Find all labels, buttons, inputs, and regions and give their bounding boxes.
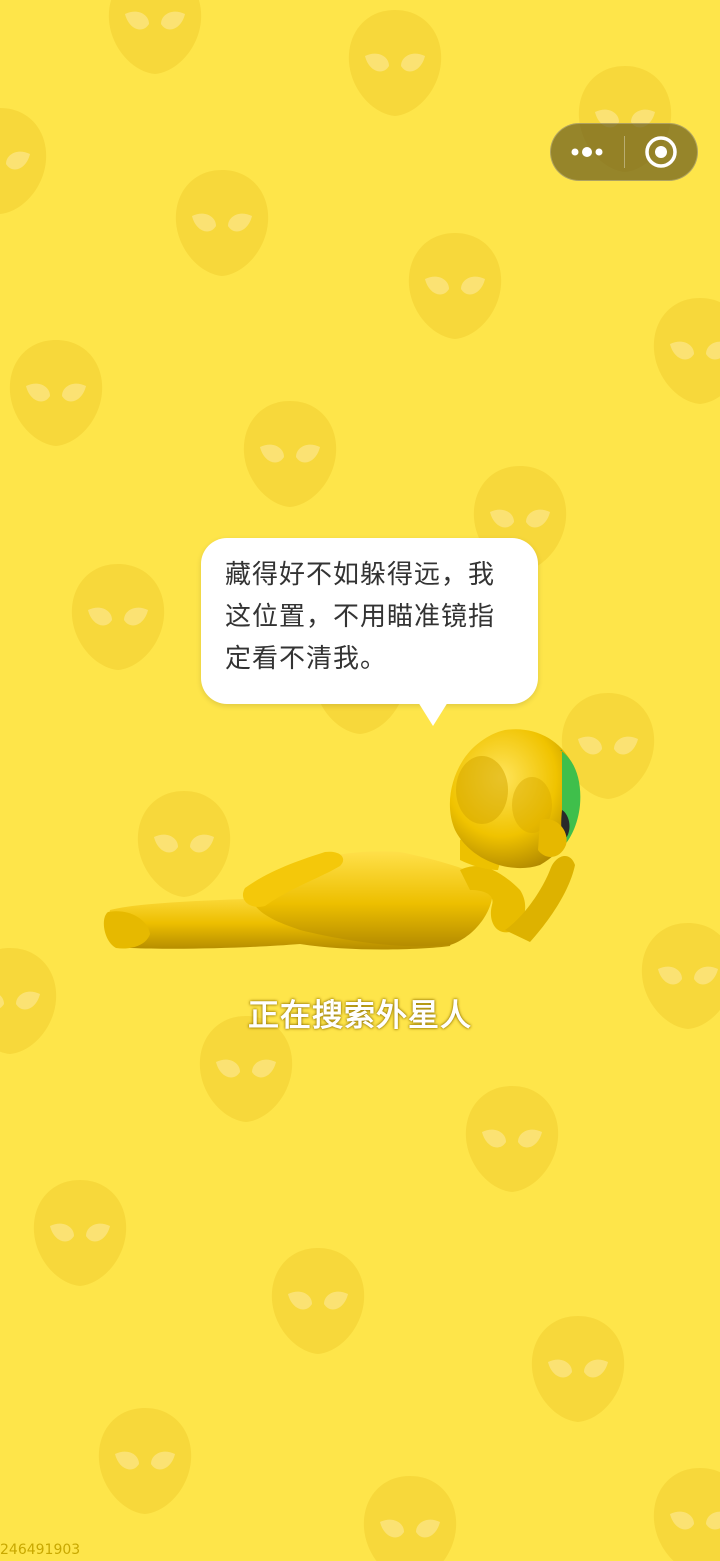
screen: 藏得好不如躲得远，我这位置，不用瞄准镜指定看不清我。 正在搜索外星人 24649…: [0, 0, 720, 1561]
close-button[interactable]: [625, 124, 697, 180]
more-button[interactable]: [551, 124, 623, 180]
more-dots-icon: [571, 147, 603, 157]
footer-id-text: 246491903: [0, 1542, 81, 1558]
status-text: 正在搜索外星人: [248, 998, 472, 1034]
target-close-icon: [645, 136, 677, 168]
capsule-menu: [550, 123, 698, 181]
speech-bubble: 藏得好不如躲得远，我这位置，不用瞄准镜指定看不清我。: [201, 538, 538, 704]
speech-bubble-text: 藏得好不如躲得远，我这位置，不用瞄准镜指定看不清我。: [225, 560, 496, 674]
reclining-alien-image: [103, 729, 581, 950]
